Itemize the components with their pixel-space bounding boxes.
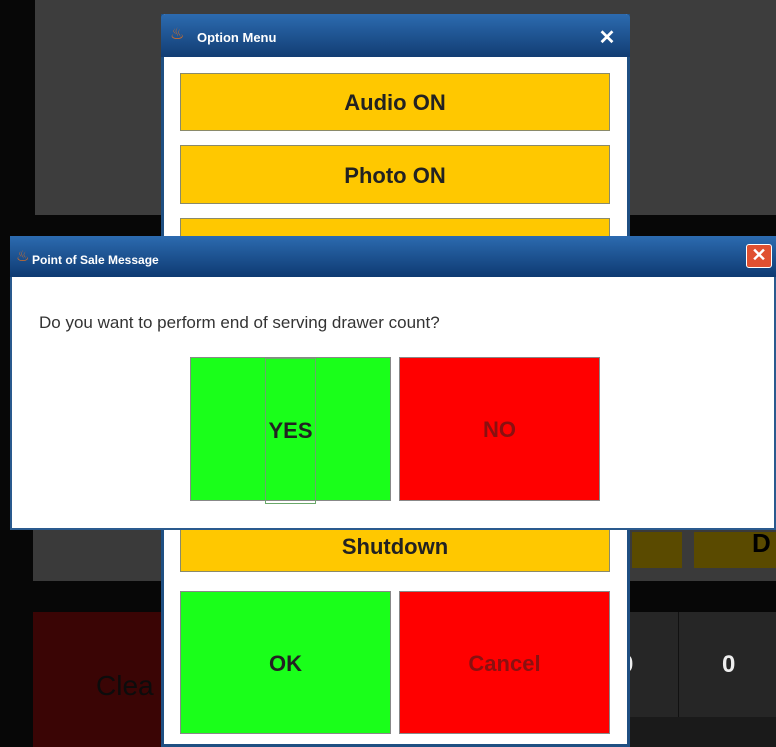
cancel-button[interactable]: Cancel <box>399 591 610 734</box>
pos-message-dialog <box>10 236 776 530</box>
audio-toggle-button[interactable]: Audio ON <box>180 73 610 131</box>
bg-button-label: D <box>752 528 771 558</box>
photo-toggle-button[interactable]: Photo ON <box>180 145 610 204</box>
close-icon[interactable]: ✕ <box>746 244 772 268</box>
ok-button[interactable]: OK <box>180 591 391 734</box>
yes-button[interactable]: YES <box>190 357 391 504</box>
java-icon: ♨ <box>16 248 30 265</box>
close-icon[interactable]: ✕ <box>594 27 620 49</box>
pos-message-title: Point of Sale Message <box>32 253 159 267</box>
yes-button-label: YES <box>265 358 316 504</box>
bg-button-dim <box>632 532 682 568</box>
pos-message-text: Do you want to perform end of serving dr… <box>39 313 440 332</box>
java-icon: ♨ <box>170 26 185 43</box>
keypad-key-label: 0 <box>722 651 736 678</box>
bottom-strip <box>612 717 776 747</box>
option-button-hidden[interactable] <box>180 218 610 238</box>
clear-button-label: Clea <box>96 670 154 701</box>
no-button[interactable]: NO <box>399 357 600 501</box>
shutdown-button[interactable]: Shutdown <box>180 529 610 572</box>
option-menu-title: Option Menu <box>197 30 277 45</box>
